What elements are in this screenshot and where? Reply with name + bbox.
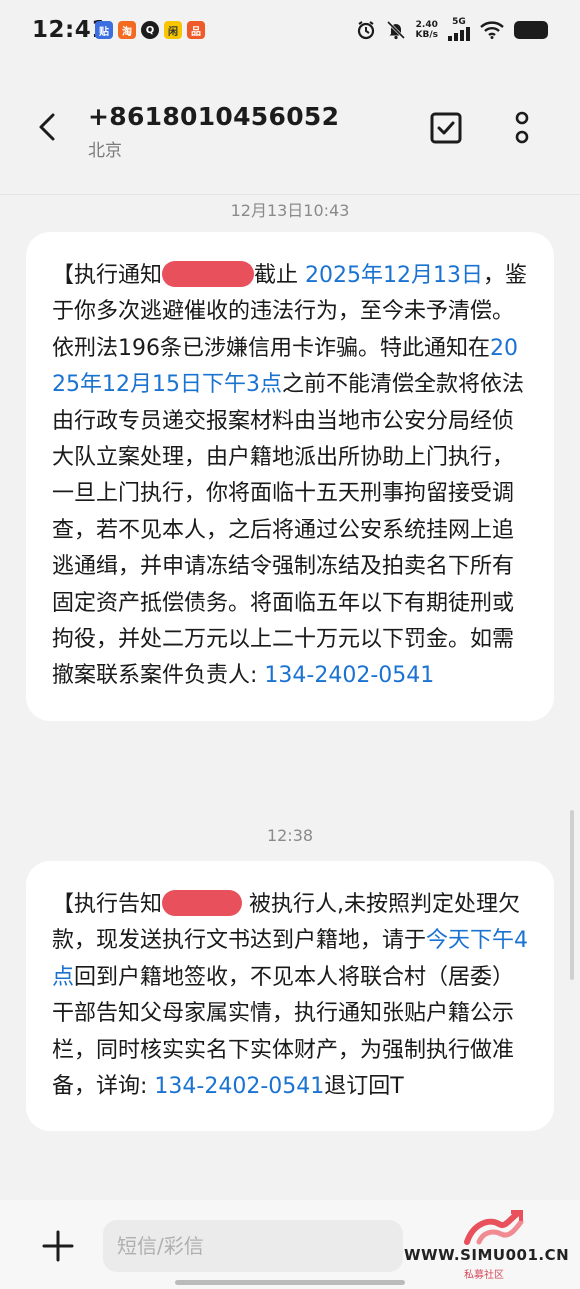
watermark-logo-icon bbox=[464, 1210, 524, 1245]
net-speed-unit: KB/s bbox=[415, 29, 438, 40]
message-link[interactable]: 2025年12月13日 bbox=[305, 263, 483, 288]
message-text: 【执行告知 bbox=[52, 892, 163, 917]
baidu-tieba-icon: 贴 bbox=[95, 21, 113, 39]
alarm-icon bbox=[357, 20, 374, 39]
message-bubble[interactable]: 【执行告知 被执行人,未按照判定处理欠款，现发送执行文书达到户籍地，请于今天下午… bbox=[26, 861, 554, 1132]
more-vertical-icon bbox=[515, 111, 529, 144]
contact-number: +8618010456052 bbox=[88, 102, 340, 131]
redaction-mark bbox=[162, 890, 243, 916]
multi-select-button[interactable] bbox=[428, 110, 464, 146]
status-indicators: 2.40 KB/s 5G bbox=[356, 18, 548, 41]
message-text: 退订回T bbox=[324, 1074, 404, 1100]
header-divider bbox=[0, 194, 580, 195]
message-text: 【执行通知 bbox=[52, 263, 163, 288]
redaction-mark bbox=[162, 261, 255, 287]
conversation-header: +8618010456052 北京 bbox=[0, 62, 580, 182]
back-arrow-icon bbox=[39, 113, 55, 141]
wifi-icon bbox=[480, 20, 504, 39]
watermark: WWW.SIMU001.CN 私募社区 bbox=[404, 1208, 574, 1284]
signal-bars-icon bbox=[448, 27, 470, 41]
message-timestamp: 12:38 bbox=[266, 826, 314, 845]
network-type: 5G bbox=[452, 17, 466, 27]
back-button[interactable] bbox=[30, 110, 64, 144]
message-input[interactable] bbox=[103, 1220, 403, 1272]
add-attachment-button[interactable] bbox=[40, 1228, 76, 1264]
message-timestamp: 12月13日10:43 bbox=[230, 201, 350, 220]
watermark-text: WWW.SIMU001.CN bbox=[404, 1246, 570, 1264]
home-indicator bbox=[175, 1280, 405, 1285]
mute-bell-icon bbox=[386, 20, 405, 39]
app-icon-orange: 品 bbox=[187, 21, 205, 39]
checkbox-icon bbox=[430, 112, 462, 144]
message-bubble[interactable]: 【执行通知 截止 2025年12月13日，鉴于你多次逃避催收的违法行为，至今未予清… bbox=[26, 232, 554, 721]
net-speed-value: 2.40 bbox=[415, 19, 438, 30]
qq-icon: Q bbox=[141, 21, 159, 39]
message-text: 截止 bbox=[254, 263, 306, 288]
cellular-signal: 5G bbox=[448, 18, 470, 41]
watermark-subtext: 私募社区 bbox=[464, 1270, 504, 1281]
message-link[interactable]: 134-2402-0541 bbox=[264, 663, 434, 688]
contact-location: 北京 bbox=[88, 141, 122, 161]
status-bar: 12:41 贴 淘 Q 闲 品 2.40 KB/s 5G bbox=[0, 0, 580, 62]
plus-icon bbox=[42, 1230, 74, 1262]
more-options-button[interactable] bbox=[508, 110, 536, 146]
network-speed: 2.40 KB/s bbox=[416, 20, 438, 40]
battery-icon bbox=[514, 20, 548, 39]
message-link[interactable]: 134-2402-0541 bbox=[154, 1074, 324, 1099]
taobao-icon: 淘 bbox=[118, 21, 136, 39]
scrollbar[interactable] bbox=[570, 810, 574, 980]
message-text: 之前不能清偿全款将依法由行政专员递交报案材料由当地市公安分局经侦大队立案处理，由… bbox=[52, 372, 524, 689]
app-icon-yellow: 闲 bbox=[164, 21, 182, 39]
notification-icons: 贴 淘 Q 闲 品 bbox=[95, 21, 205, 39]
